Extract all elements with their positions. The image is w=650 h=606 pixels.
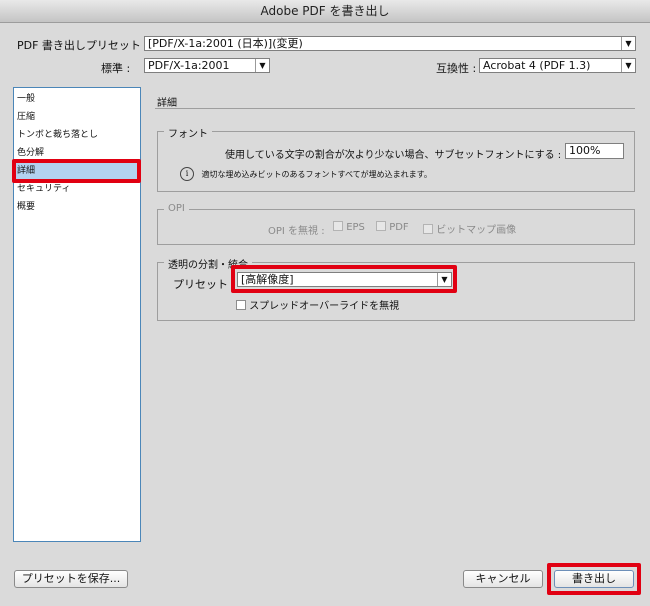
dropdown-arrow-icon: ▼ — [255, 59, 269, 72]
ignore-spread-overrides-label: スプレッドオーバーライドを無視 — [249, 301, 400, 312]
window-title: Adobe PDF を書き出し — [0, 0, 650, 23]
preset-label: PDF 書き出しプリセット : — [17, 39, 149, 52]
fonts-info-text: 適切な埋め込みビットのあるフォントすべてが埋め込まれます。 — [201, 169, 432, 179]
highlight-flattener-preset — [231, 265, 457, 293]
standard-value: PDF/X-1a:2001 — [148, 59, 230, 72]
compatibility-label: 互換性 : — [436, 62, 477, 75]
subset-threshold-input[interactable]: 100% — [565, 143, 624, 159]
fonts-group — [157, 131, 635, 192]
fonts-info: i 適切な埋め込みビットのあるフォントすべてが埋め込まれます。 — [180, 167, 432, 181]
export-pdf-dialog: Adobe PDF を書き出し PDF 書き出しプリセット : [PDF/X-1… — [0, 0, 650, 606]
standard-label: 標準 : — [101, 62, 131, 75]
flattener-preset-label: プリセット : — [173, 278, 236, 291]
highlight-advanced — [12, 159, 141, 183]
compatibility-value: Acrobat 4 (PDF 1.3) — [483, 59, 591, 72]
bitmap-label: ビットマップ画像 — [436, 225, 517, 236]
standard-select[interactable]: PDF/X-1a:2001 ▼ — [144, 58, 270, 73]
bitmap-checkbox[interactable] — [423, 224, 433, 234]
section-divider — [155, 108, 635, 109]
ignore-spread-overrides-option[interactable]: スプレッドオーバーライドを無視 — [236, 297, 399, 312]
preset-select[interactable]: [PDF/X-1a:2001 (日本)](変更) ▼ — [144, 36, 636, 51]
sidebar-item-summary[interactable]: 概要 — [14, 198, 140, 216]
pdf-checkbox[interactable] — [376, 221, 386, 231]
dropdown-arrow-icon: ▼ — [621, 37, 635, 50]
subset-threshold-label: 使用している文字の割合が次より少ない場合、サブセットフォントにする : — [225, 150, 562, 161]
save-preset-button[interactable]: プリセットを保存... — [14, 570, 128, 588]
sidebar-item-general[interactable]: 一般 — [14, 90, 140, 108]
pdf-label: PDF — [389, 222, 409, 233]
opi-eps-option[interactable]: EPS — [333, 221, 365, 233]
info-icon: i — [180, 167, 194, 181]
opi-omit-label: OPI を無視 : — [268, 226, 325, 237]
dropdown-arrow-icon: ▼ — [621, 59, 635, 72]
preset-value: [PDF/X-1a:2001 (日本)](変更) — [148, 37, 303, 50]
highlight-export — [547, 563, 641, 595]
compatibility-select[interactable]: Acrobat 4 (PDF 1.3) ▼ — [479, 58, 636, 73]
eps-checkbox[interactable] — [333, 221, 343, 231]
fonts-group-title: フォント — [164, 125, 212, 140]
section-title: 詳細 — [157, 98, 177, 109]
opi-pdf-option[interactable]: PDF — [376, 221, 409, 233]
category-sidebar: 一般 圧縮 トンボと裁ち落とし 色分解 詳細 セキュリティ 概要 — [13, 87, 141, 542]
eps-label: EPS — [346, 222, 365, 233]
sidebar-item-compression[interactable]: 圧縮 — [14, 108, 140, 126]
opi-group-title: OPI — [164, 203, 189, 214]
sidebar-item-marks-bleeds[interactable]: トンボと裁ち落とし — [14, 126, 140, 144]
opi-bitmap-option[interactable]: ビットマップ画像 — [423, 221, 516, 236]
ignore-spread-overrides-checkbox[interactable] — [236, 300, 246, 310]
cancel-button[interactable]: キャンセル — [463, 570, 543, 588]
